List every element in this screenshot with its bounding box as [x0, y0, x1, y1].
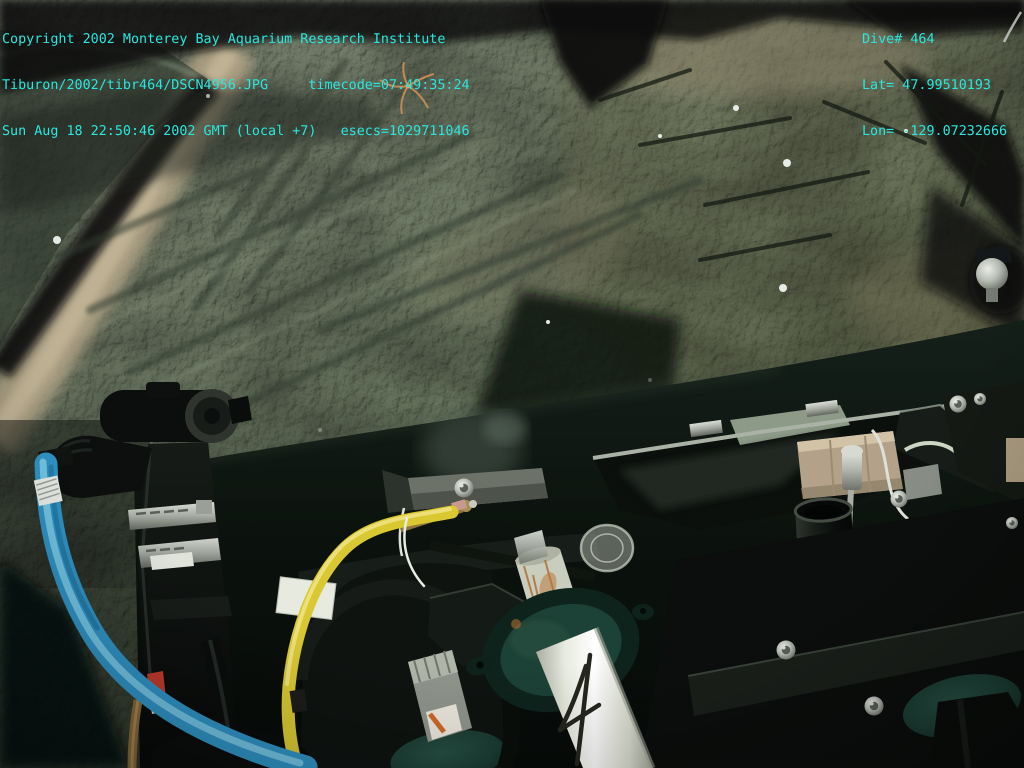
file-timecode-line: Tiburon/2002/tibr464/DSCN4956.JPG timeco… [2, 78, 470, 93]
copyright-line: Copyright 2002 Monterey Bay Aquarium Res… [2, 32, 470, 47]
rov-camera-frame: Copyright 2002 Monterey Bay Aquarium Res… [0, 0, 1024, 768]
telemetry-top-right: Dive# 464 Lat= 47.99510193 Lon= -129.072… [862, 1, 1007, 155]
datetime-esecs-line: Sun Aug 18 22:50:46 2002 GMT (local +7) … [2, 124, 470, 139]
latitude: Lat= 47.99510193 [862, 78, 1007, 93]
telemetry-top-left: Copyright 2002 Monterey Bay Aquarium Res… [2, 1, 470, 155]
dive-number: Dive# 464 [862, 32, 1007, 47]
telemetry-bottom: Depth= 2153.0 m Temp= 1.888 C Sal= 34.45… [2, 747, 639, 768]
longitude: Lon= -129.07232666 [862, 124, 1007, 139]
